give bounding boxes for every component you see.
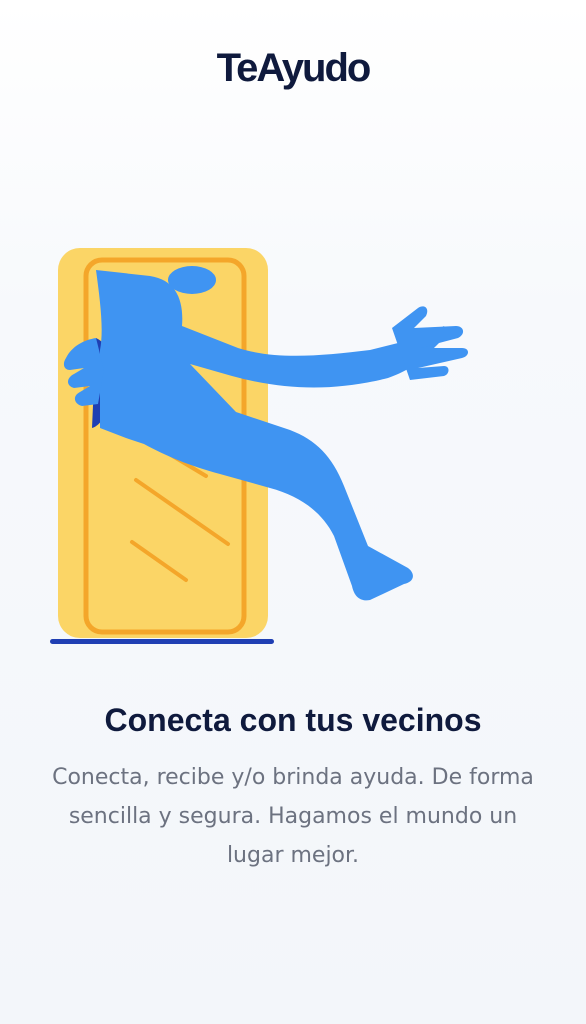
- figure-head: [168, 266, 216, 294]
- onboarding-screen: TeAyudo Conecta con tus vecinos Conecta,…: [0, 0, 586, 1024]
- onboarding-description: Conecta, recibe y/o brinda ayuda. De for…: [52, 765, 534, 868]
- onboarding-title: Conecta con tus vecinos: [104, 702, 482, 738]
- person-stepping-through-door-illustration: [50, 248, 468, 644]
- floor-line: [50, 639, 274, 644]
- brand-logo: TeAyudo: [216, 46, 372, 90]
